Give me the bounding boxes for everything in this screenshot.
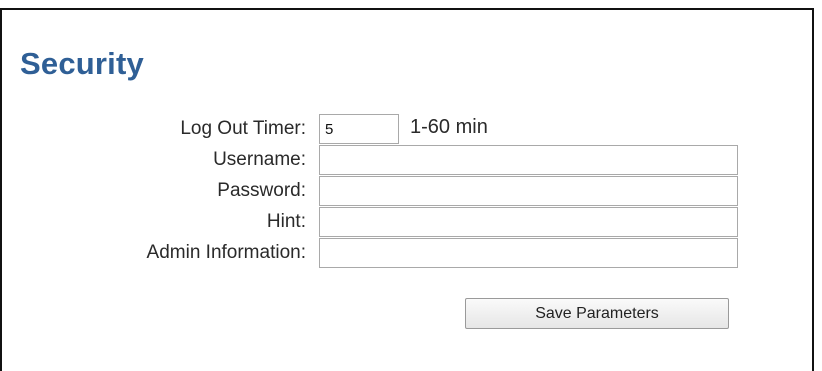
- logout-timer-label: Log Out Timer:: [180, 118, 306, 139]
- hint-label: Hint:: [266, 211, 306, 232]
- username-row: Username:: [0, 145, 814, 175]
- logout-timer-row: Log Out Timer: 1-60 min: [0, 114, 814, 144]
- logout-timer-input[interactable]: [319, 114, 399, 144]
- hint-field[interactable]: [319, 207, 738, 237]
- admin-information-field[interactable]: [319, 238, 738, 268]
- password-row: Password:: [0, 176, 814, 206]
- logout-timer-range-note: 1-60 min: [410, 116, 488, 138]
- password-label: Password:: [217, 180, 306, 201]
- username-field[interactable]: [319, 145, 738, 175]
- page-title: Security: [20, 46, 144, 81]
- admin-information-row: Admin Information:: [0, 238, 814, 268]
- admin-information-label: Admin Information:: [146, 242, 306, 263]
- hint-row: Hint:: [0, 207, 814, 237]
- save-parameters-button[interactable]: Save Parameters: [465, 298, 729, 329]
- username-label: Username:: [213, 149, 306, 170]
- password-field[interactable]: [319, 176, 738, 206]
